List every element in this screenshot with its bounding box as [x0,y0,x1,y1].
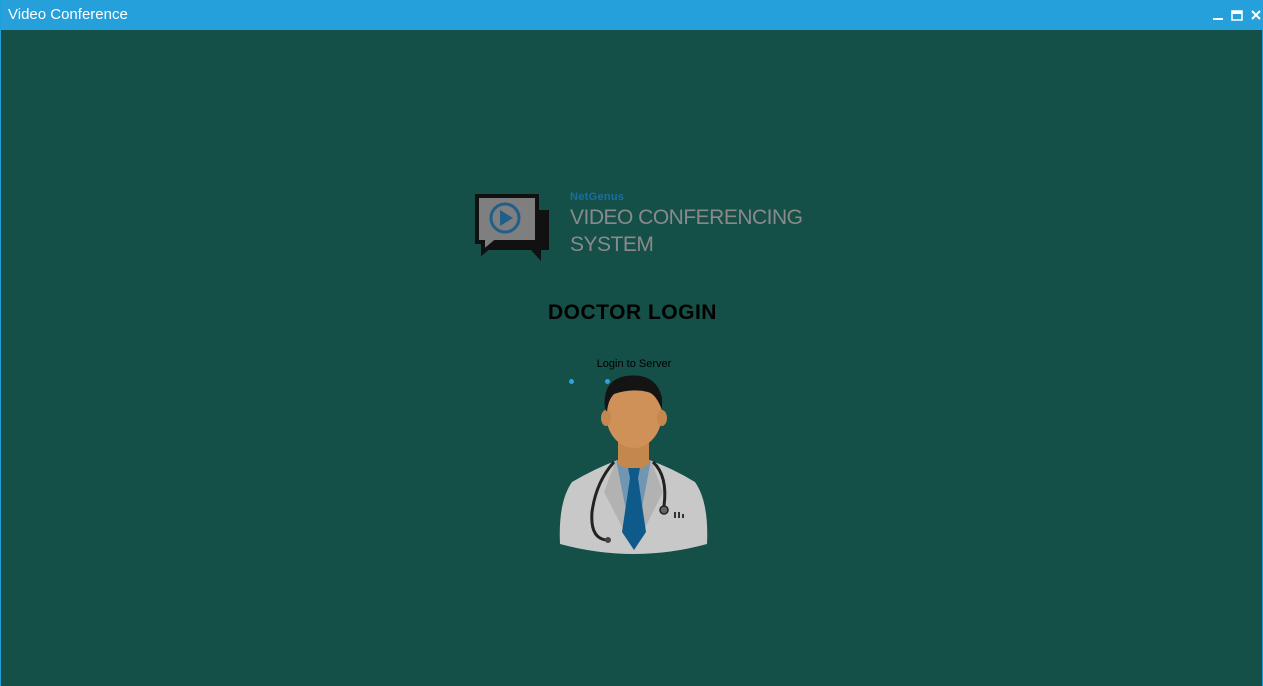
app-logo: NetGenus VIDEO CONFERENCING SYSTEM [475,191,805,264]
maximize-icon [1231,10,1243,21]
page-title: DOCTOR LOGIN [548,301,717,324]
maximize-button[interactable] [1230,7,1244,23]
close-icon [1251,10,1261,20]
logo-brand-text: NetGenus [570,191,625,203]
minimize-button[interactable] [1211,7,1225,23]
logo-title-line1: VIDEO CONFERENCING [570,206,803,229]
close-button[interactable] [1249,7,1263,23]
window-title: Video Conference [8,6,128,23]
app-window: Video Conference NetGenus VIDEO CONFEREN… [0,0,1263,686]
doctor-avatar [559,375,708,554]
title-bar[interactable]: Video Conference [1,0,1263,30]
minimize-icon [1213,18,1223,20]
login-status-text: Login to Server [596,358,672,370]
chat-bubble-play-icon [475,194,549,261]
logo-title-line2: SYSTEM [570,233,654,256]
